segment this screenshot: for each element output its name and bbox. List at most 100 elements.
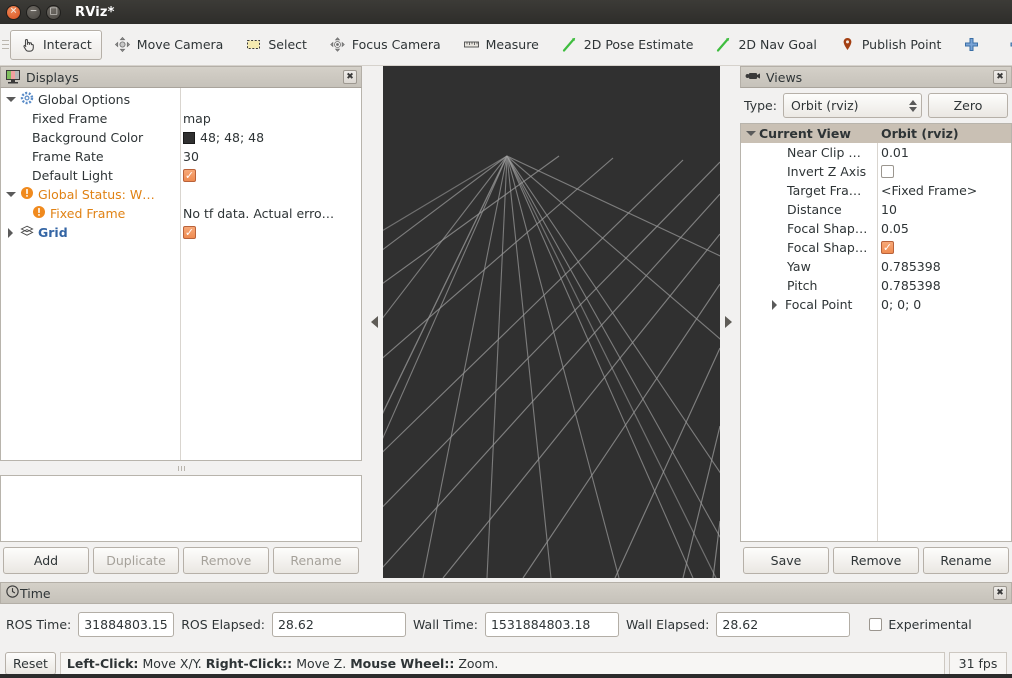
duplicate-display-button[interactable]: Duplicate <box>93 547 179 574</box>
display-value[interactable]: 30 <box>183 149 199 164</box>
display-row-global-status[interactable]: Global Status: W… <box>1 185 361 204</box>
expand-arrow-icon[interactable] <box>769 299 780 310</box>
view-row-distance[interactable]: Distance 10 <box>741 200 1011 219</box>
views-close-button[interactable]: ✖ <box>993 70 1007 84</box>
right-dock-collapse-handle[interactable] <box>720 66 736 578</box>
view-row-pitch[interactable]: Pitch 0.785398 <box>741 276 1011 295</box>
display-row-background-color[interactable]: Background Color 48; 48; 48 <box>1 128 361 147</box>
default-light-checkbox[interactable]: ✓ <box>183 169 196 182</box>
view-row-focal-point[interactable]: Focal Point 0; 0; 0 <box>741 295 1011 314</box>
tool-add-panel[interactable] <box>953 30 996 60</box>
button-label: Zero <box>953 98 983 113</box>
view-property-value[interactable]: 0.785398 <box>881 278 941 293</box>
ros-elapsed-label: ROS Elapsed: <box>181 616 265 632</box>
hint-segment: Right-Click:: <box>205 655 293 671</box>
view-property-value[interactable]: 10 <box>881 202 897 217</box>
add-display-button[interactable]: Add <box>3 547 89 574</box>
window-close-button[interactable]: ✕ <box>6 4 21 20</box>
display-row-fixed-frame[interactable]: Fixed Frame map <box>1 109 361 128</box>
displays-splitter-handle[interactable] <box>0 461 362 475</box>
close-icon: ✖ <box>996 71 1004 82</box>
tool-2d-nav-goal[interactable]: 2D Nav Goal <box>705 30 826 60</box>
expand-arrow-icon[interactable] <box>5 189 16 200</box>
warning-icon <box>32 205 46 222</box>
views-property-tree[interactable]: Current View Orbit (rviz) Near Clip … 0.… <box>740 123 1012 542</box>
tool-2d-pose-estimate[interactable]: 2D Pose Estimate <box>551 30 704 60</box>
toolbar-drag-handle[interactable] <box>2 33 9 57</box>
wall-time-value: 1531884803.18 <box>490 616 591 632</box>
desktop-background-strip <box>0 674 1012 678</box>
view-property-value[interactable]: 0.05 <box>881 221 909 236</box>
view-type-select[interactable]: Orbit (rviz) <box>782 93 922 118</box>
wall-elapsed-input[interactable]: 28.62 <box>716 611 851 637</box>
ros-elapsed-value: 28.62 <box>277 616 314 632</box>
experimental-toggle[interactable]: Experimental <box>869 617 972 632</box>
displays-panel: Displays ✖ Global Options Fixed Frame ma… <box>0 66 362 578</box>
view-row-focal-shape-size[interactable]: Focal Shap… 0.05 <box>741 219 1011 238</box>
spinner-arrows-icon[interactable] <box>909 99 917 112</box>
views-header-row[interactable]: Current View Orbit (rviz) <box>741 124 1011 143</box>
left-dock-collapse-handle[interactable] <box>366 66 382 578</box>
display-row-status-fixed-frame[interactable]: Fixed Frame No tf data. Actual erro… <box>1 204 361 223</box>
tool-select[interactable]: Select <box>235 30 317 60</box>
tool-publish-point[interactable]: Publish Point <box>829 30 952 60</box>
view-row-target-frame[interactable]: Target Fra… <Fixed Frame> <box>741 181 1011 200</box>
expand-arrow-icon[interactable] <box>5 227 16 238</box>
close-icon: ✕ <box>9 6 18 16</box>
rename-display-button[interactable]: Rename <box>273 547 359 574</box>
zero-view-button[interactable]: Zero <box>928 93 1008 118</box>
view-property-value[interactable]: 0; 0; 0 <box>881 297 921 312</box>
display-row-default-light[interactable]: Default Light ✓ <box>1 166 361 185</box>
display-value[interactable]: map <box>183 111 211 126</box>
view-row-yaw[interactable]: Yaw 0.785398 <box>741 257 1011 276</box>
view-row-focal-shape-fixed-size[interactable]: Focal Shap… ✓ <box>741 238 1011 257</box>
color-swatch[interactable] <box>183 131 195 144</box>
display-label: Global Status: W… <box>38 187 155 202</box>
display-value[interactable]: 48; 48; 48 <box>200 130 264 145</box>
button-label: Add <box>33 553 59 568</box>
rename-view-button[interactable]: Rename <box>923 547 1009 574</box>
tool-focus-camera-label: Focus Camera <box>351 37 441 52</box>
view-property-value[interactable]: 0.785398 <box>881 259 941 274</box>
ros-time-input[interactable]: 31884803.15 <box>78 611 175 637</box>
display-row-frame-rate[interactable]: Frame Rate 30 <box>1 147 361 166</box>
window-title: RViz* <box>75 4 115 20</box>
display-row-global-options[interactable]: Global Options <box>1 90 361 109</box>
experimental-checkbox[interactable] <box>869 617 883 631</box>
tool-2d-pose-estimate-label: 2D Pose Estimate <box>583 37 694 52</box>
grid-icon <box>20 224 34 241</box>
ros-elapsed-input[interactable]: 28.62 <box>271 611 406 637</box>
reset-button[interactable]: Reset <box>5 651 56 675</box>
3d-render-view[interactable] <box>383 66 720 578</box>
time-close-button[interactable]: ✖ <box>993 586 1007 600</box>
tool-focus-camera[interactable]: Focus Camera <box>319 30 451 60</box>
displays-close-button[interactable]: ✖ <box>343 70 357 84</box>
tool-move-camera[interactable]: Move Camera <box>104 30 234 60</box>
clock-icon <box>5 584 20 602</box>
view-property-value[interactable]: <Fixed Frame> <box>881 183 977 198</box>
remove-display-button[interactable]: Remove <box>183 547 269 574</box>
wall-time-input[interactable]: 1531884803.18 <box>484 611 619 637</box>
expand-arrow-icon[interactable] <box>5 94 16 105</box>
view-property-value[interactable]: 0.01 <box>881 145 909 160</box>
displays-panel-title: Displays <box>26 69 79 85</box>
save-view-button[interactable]: Save <box>743 547 829 574</box>
window-minimize-button[interactable]: − <box>26 4 41 20</box>
focal-shape-checkbox[interactable]: ✓ <box>881 241 894 254</box>
view-row-near-clip[interactable]: Near Clip … 0.01 <box>741 143 1011 162</box>
expand-arrow-icon[interactable] <box>745 128 756 139</box>
grid-svg <box>383 66 720 578</box>
invert-z-axis-checkbox[interactable] <box>881 165 894 178</box>
view-row-invert-z-axis[interactable]: Invert Z Axis <box>741 162 1011 181</box>
tool-interact[interactable]: Interact <box>10 29 102 60</box>
remove-view-button[interactable]: Remove <box>833 547 919 574</box>
select-rectangle-icon <box>245 36 262 53</box>
display-label: Frame Rate <box>32 149 104 164</box>
window-maximize-button[interactable]: □ <box>46 4 61 20</box>
ruler-icon <box>463 36 480 53</box>
grid-enabled-checkbox[interactable]: ✓ <box>183 226 196 239</box>
display-row-grid[interactable]: Grid ✓ <box>1 223 361 242</box>
tool-remove-panel[interactable] <box>998 30 1012 60</box>
displays-tree[interactable]: Global Options Fixed Frame map Backgroun… <box>0 88 362 461</box>
tool-measure[interactable]: Measure <box>453 30 549 60</box>
